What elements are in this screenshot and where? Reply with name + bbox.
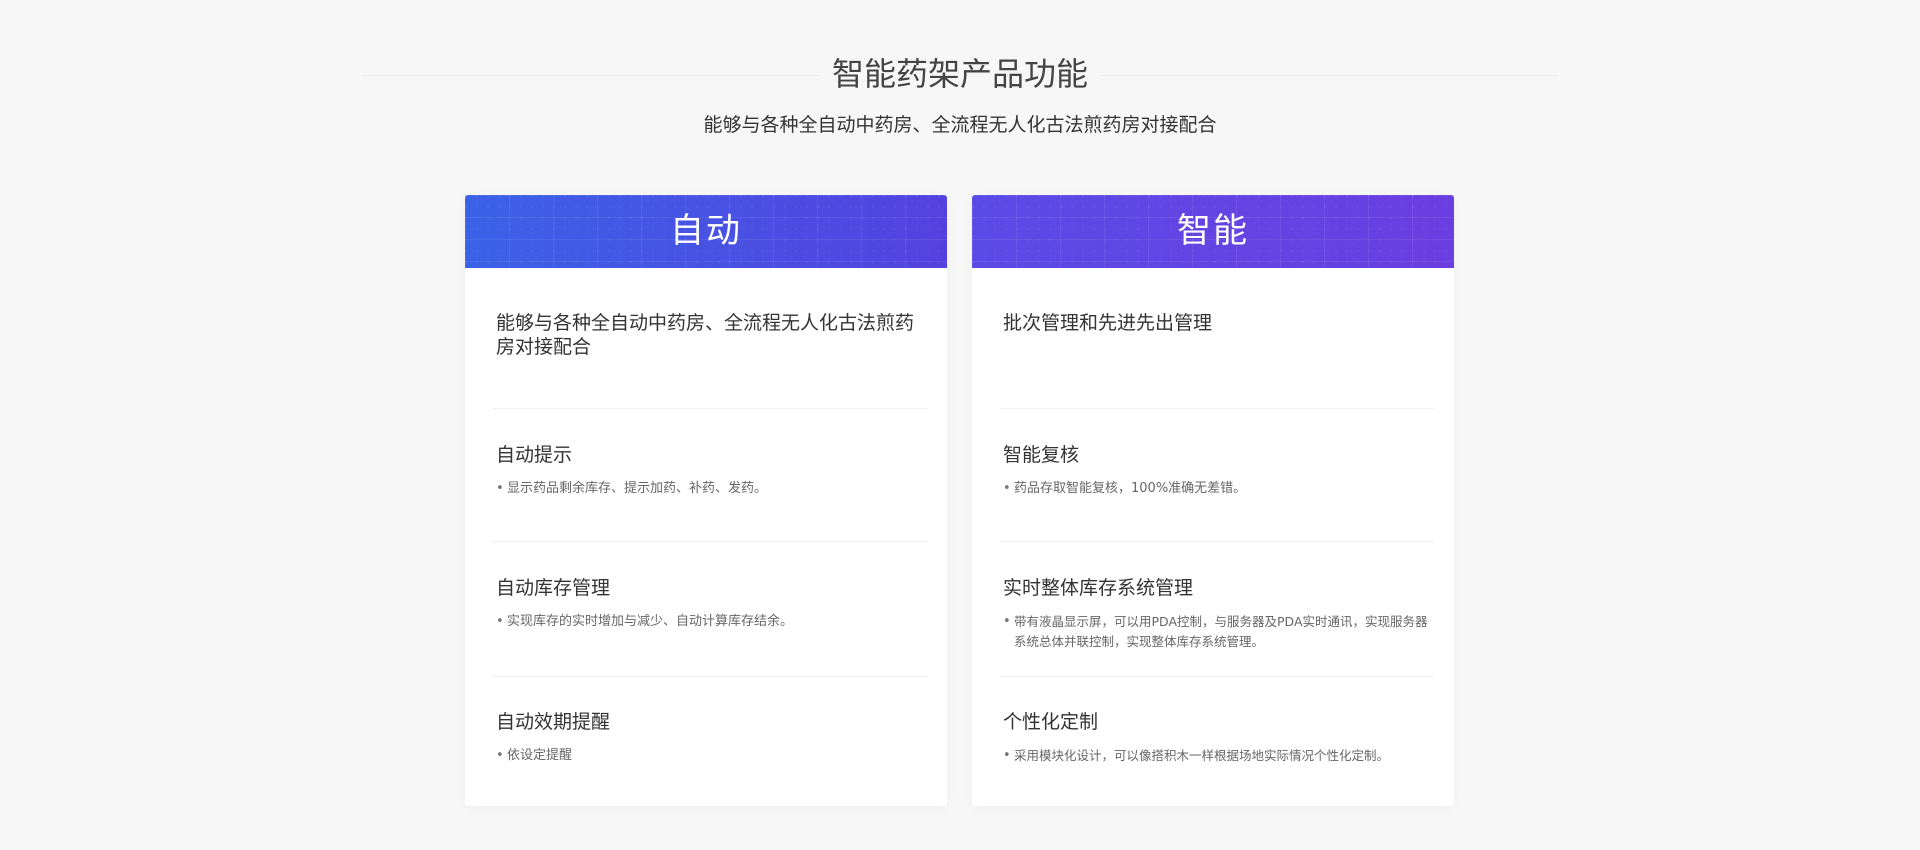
- card-title-smart: 智能: [1177, 211, 1249, 251]
- feature-title: 智能复核: [1003, 444, 1080, 466]
- feature-description-text: 药品存取智能复核，100%准确无差错。: [1014, 481, 1247, 496]
- feature-description-text: 依设定提醒: [507, 748, 573, 763]
- feature-item-smart-inventory-system: 实时整体库存系统管理 • 带有液晶显示屏，可以用PDA控制，与服务器及PDA实时…: [1003, 575, 1433, 652]
- feature-description: • 药品存取智能复核，100%准确无差错。: [1003, 479, 1433, 499]
- feature-item-smart-review: 智能复核 • 药品存取智能复核，100%准确无差错。: [1003, 442, 1433, 499]
- feature-description: • 采用模块化设计，可以像搭积木一样根据场地实际情况个性化定制。: [1003, 746, 1433, 766]
- page-title: 智能药架产品功能: [0, 52, 1920, 96]
- feature-description: • 实现库存的实时增加与减少、自动计算库存结余。: [496, 612, 926, 632]
- section-divider: [1000, 541, 1434, 542]
- page-header: 智能药架产品功能 能够与各种全自动中药房、全流程无人化古法煎药房对接配合: [0, 0, 1920, 150]
- feature-item-smart-customization: 个性化定制 • 采用模块化设计，可以像搭积木一样根据场地实际情况个性化定制。: [1003, 709, 1433, 766]
- bullet-dot: •: [1003, 614, 1011, 629]
- section-divider: [493, 676, 927, 677]
- bullet-dot: •: [496, 481, 504, 496]
- bullet-dot: •: [496, 614, 504, 629]
- feature-description-text: 实现库存的实时增加与减少、自动计算库存结余。: [507, 614, 794, 629]
- feature-title: 自动库存管理: [496, 577, 611, 599]
- page-subtitle: 能够与各种全自动中药房、全流程无人化古法煎药房对接配合: [703, 114, 1217, 136]
- feature-item-auto-inventory: 自动库存管理 • 实现库存的实时增加与减少、自动计算库存结余。: [496, 575, 926, 632]
- bullet-dot: •: [496, 748, 504, 763]
- page-title-text: 智能药架产品功能: [819, 55, 1100, 93]
- feature-title: 个性化定制: [1003, 711, 1099, 733]
- feature-title: 自动提示: [496, 444, 573, 466]
- feature-title: 实时整体库存系统管理: [1003, 577, 1194, 599]
- feature-description-text: 采用模块化设计，可以像搭积木一样根据场地实际情况个性化定制。: [1014, 748, 1390, 763]
- feature-description-text: 显示药品剩余库存、提示加药、补药、发药。: [507, 481, 768, 496]
- feature-card-auto: 自动 能够与各种全自动中药房、全流程无人化古法煎药房对接配合 自动提示 • 显示…: [465, 195, 947, 806]
- feature-description-text: 带有液晶显示屏，可以用PDA控制，与服务器及PDA实时通讯，实现服务器系统总体并…: [1014, 614, 1428, 649]
- section-divider: [1000, 676, 1434, 677]
- bullet-dot: •: [1003, 481, 1011, 496]
- card-intro-auto: 能够与各种全自动中药房、全流程无人化古法煎药房对接配合: [496, 312, 915, 358]
- feature-description: • 带有液晶显示屏，可以用PDA控制，与服务器及PDA实时通讯，实现服务器系统总…: [1003, 612, 1433, 652]
- card-header-auto: 自动: [465, 195, 947, 268]
- feature-item-auto-expiry: 自动效期提醒 • 依设定提醒: [496, 709, 926, 766]
- feature-description: • 显示药品剩余库存、提示加药、补药、发药。: [496, 479, 926, 499]
- feature-description: • 依设定提醒: [496, 746, 926, 766]
- section-divider: [1000, 408, 1434, 409]
- card-title-auto: 自动: [670, 211, 742, 251]
- section-divider: [493, 408, 927, 409]
- feature-title: 自动效期提醒: [496, 711, 611, 733]
- card-header-smart: 智能: [972, 195, 1454, 268]
- card-intro-smart: 批次管理和先进先出管理: [1003, 312, 1213, 334]
- bullet-dot: •: [1003, 748, 1011, 763]
- feature-item-auto-prompt: 自动提示 • 显示药品剩余库存、提示加药、补药、发药。: [496, 442, 926, 499]
- section-divider: [493, 541, 927, 542]
- feature-card-smart: 智能 批次管理和先进先出管理 智能复核 • 药品存取智能复核，100%准确无差错…: [972, 195, 1454, 806]
